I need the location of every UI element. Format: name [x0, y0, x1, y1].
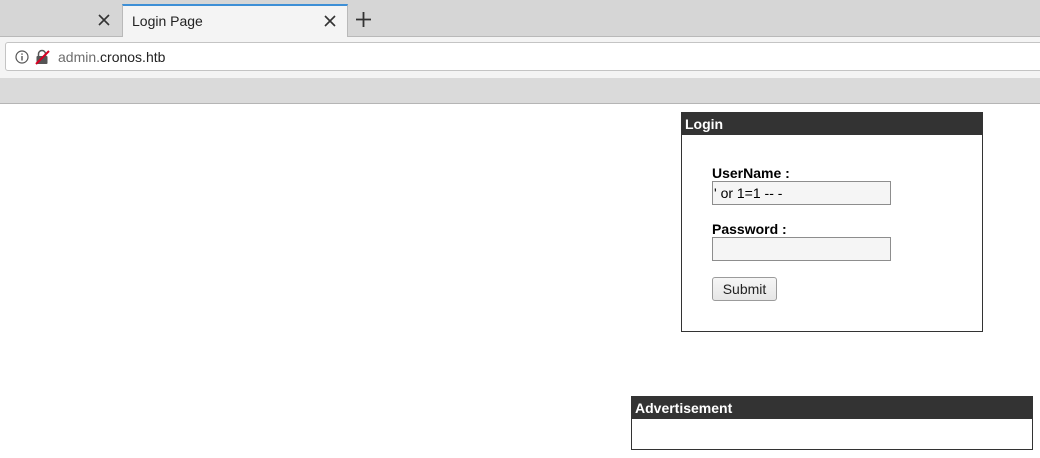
login-panel-header: Login [682, 113, 982, 135]
advertisement-panel: Advertisement [631, 396, 1033, 450]
username-input[interactable] [712, 181, 891, 205]
password-label: Password : [712, 221, 787, 237]
insecure-connection-icon[interactable] [34, 49, 50, 65]
url-domain: cronos.htb [100, 49, 166, 65]
browser-window: Login Page admin.cronos.htb Login UserNa… [0, 0, 1040, 458]
tab-strip: Login Page [0, 0, 1040, 37]
close-icon[interactable] [97, 13, 111, 27]
url-text[interactable]: admin.cronos.htb [58, 49, 165, 65]
plus-icon[interactable] [355, 11, 372, 28]
bookmarks-toolbar [0, 78, 1040, 104]
url-bar[interactable]: admin.cronos.htb [5, 42, 1040, 71]
tab-login-page[interactable]: Login Page [122, 4, 348, 37]
navigation-bar: admin.cronos.htb [0, 37, 1040, 78]
info-icon[interactable] [15, 50, 29, 64]
login-panel: Login UserName : Password : Submit [681, 112, 983, 332]
advertisement-header: Advertisement [632, 397, 1032, 419]
password-input[interactable] [712, 237, 891, 261]
submit-button[interactable]: Submit [712, 277, 777, 301]
tab-blank[interactable] [0, 4, 122, 37]
close-icon[interactable] [323, 14, 337, 28]
tab-title: Login Page [132, 13, 203, 29]
username-label: UserName : [712, 165, 790, 181]
url-subdomain: admin. [58, 49, 101, 65]
